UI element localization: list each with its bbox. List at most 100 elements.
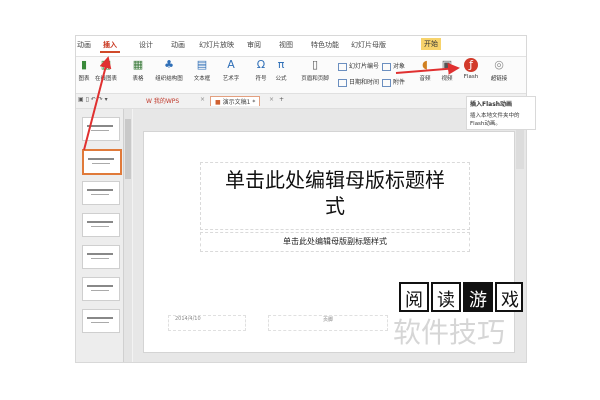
footer-text: 页脚: [322, 317, 333, 323]
table-button[interactable]: ▦ 表格: [128, 58, 148, 82]
audio-button[interactable]: ◖ 音频: [416, 58, 434, 82]
watermark-box: 读: [431, 282, 461, 312]
slide-thumbnail-selected[interactable]: [82, 149, 122, 175]
slide-thumbnail[interactable]: [82, 117, 120, 141]
ctx-start-button[interactable]: 开始: [421, 38, 441, 50]
wps-icon: W: [146, 98, 152, 105]
watermark-char: 阅: [405, 290, 423, 311]
attachment-label: 附件: [393, 79, 406, 86]
symbol-icon: Ω: [256, 58, 266, 71]
tab-animation[interactable]: 动画: [168, 39, 188, 51]
tab-features[interactable]: 特色功能: [308, 39, 342, 51]
object-icon: [382, 62, 391, 71]
doc-tab-current-label: 演示文稿1 *: [222, 99, 256, 106]
footer-text-placeholder[interactable]: 页脚: [268, 315, 388, 331]
watermark-box: 戏: [495, 282, 523, 312]
watermark-box: 游: [463, 282, 493, 312]
symbol-label: 符号: [255, 76, 267, 82]
quick-access-icons[interactable]: ▣ ▯ ↶ ↷ ▾: [78, 96, 108, 103]
wordart-icon: A: [227, 58, 235, 71]
close-doc-icon[interactable]: ×: [269, 96, 274, 103]
watermark-box: 阅: [399, 282, 429, 312]
online-chart-icon: ▥: [100, 58, 112, 71]
watermark-char: 戏: [501, 290, 519, 311]
wordart-label: 艺术字: [222, 76, 240, 82]
date-time-button[interactable]: 日期和时间: [338, 77, 379, 87]
audio-icon: ◖: [422, 58, 428, 71]
formula-label: 公式: [275, 76, 287, 82]
slide-number-label: 幻灯片编号: [349, 63, 380, 70]
slide-thumbnail[interactable]: [82, 181, 120, 205]
hyperlink-icon: ◎: [494, 58, 504, 71]
tab-slideshow[interactable]: 幻灯片放映: [196, 39, 237, 51]
attachment-icon: [382, 78, 391, 87]
hyperlink-button[interactable]: ◎ 超链接: [488, 58, 510, 82]
tab-insert[interactable]: 插入: [100, 39, 120, 53]
footer-date-placeholder[interactable]: 2014/4/10: [168, 315, 246, 331]
date-time-label: 日期和时间: [349, 79, 380, 86]
formula-icon: π: [277, 58, 285, 71]
formula-button[interactable]: π 公式: [272, 58, 290, 82]
slide-title: 单击此处编辑母版标题样 式: [201, 167, 469, 219]
flash-button[interactable]: ƒ Flash: [461, 58, 481, 80]
doc-tab-current[interactable]: ■ 演示文稿1 *: [210, 96, 261, 106]
object-button[interactable]: 对象: [382, 61, 405, 71]
tooltip-body: 插入本地文件夹中的Flash动画。: [470, 113, 520, 127]
slide-thumbnail[interactable]: [82, 245, 120, 269]
chart-button[interactable]: ▮ 图表: [76, 58, 92, 82]
video-icon: ▣: [441, 58, 453, 71]
tab-animation-partial[interactable]: 动画: [76, 39, 94, 51]
subtitle-placeholder[interactable]: 单击此处编辑母版副标题样式: [200, 232, 470, 252]
audio-label: 音频: [419, 76, 431, 82]
video-label: 视频: [441, 76, 453, 82]
symbol-button[interactable]: Ω 符号: [252, 58, 270, 82]
watermark-char: 游: [469, 290, 487, 311]
slide-subtitle: 单击此处编辑母版副标题样式: [283, 237, 387, 246]
footer-date: 2014/4/10: [175, 316, 201, 322]
textbox-button[interactable]: ▤ 文本框: [190, 58, 214, 82]
video-button[interactable]: ▣ 视频: [438, 58, 456, 82]
flash-tooltip: 插入Flash动画 插入本地文件夹中的Flash动画。: [466, 96, 536, 130]
wordart-button[interactable]: A 艺术字: [218, 58, 244, 82]
org-chart-label: 组织结构图: [155, 76, 183, 82]
tab-view[interactable]: 视图: [276, 39, 296, 51]
watermark-text: 软件技巧: [393, 316, 506, 349]
slide-thumbnail[interactable]: [82, 277, 120, 301]
ribbon-toolbar: ▮ 图表 ▥ 在线图表 ▦ 表格 ♣ 组织结构图 ▤ 文本框 A 艺术字 Ω 符…: [76, 57, 526, 94]
menu-bar: 动画 插入 设计 动画 幻灯片放映 审阅 视图 特色功能 幻灯片母版 开始: [76, 36, 526, 57]
tab-design[interactable]: 设计: [136, 39, 156, 51]
org-chart-button[interactable]: ♣ 组织结构图: [151, 58, 187, 82]
object-label: 对象: [393, 63, 406, 70]
slide-title-line1: 单击此处编辑母版标题样: [225, 168, 445, 192]
document-tab-bar: ▣ ▯ ↶ ↷ ▾ W 我的WPS × ■ 演示文稿1 * × +: [76, 94, 526, 109]
slide-thumbnail-panel: [76, 109, 124, 362]
online-chart-label: 在线图表: [94, 76, 117, 82]
watermark-char: 读: [437, 290, 455, 311]
scrollbar-thumb[interactable]: [125, 119, 131, 179]
doc-tab-wps[interactable]: W 我的WPS: [146, 96, 179, 105]
header-footer-button[interactable]: ▯ 页眉和页脚: [298, 58, 332, 82]
doc-tab-wps-label: 我的WPS: [153, 98, 180, 105]
presentation-file-icon: ■: [215, 99, 221, 106]
table-label: 表格: [132, 76, 144, 82]
slide-thumbnail[interactable]: [82, 309, 120, 333]
thumbnail-scrollbar[interactable]: [124, 109, 132, 362]
tab-slide-master[interactable]: 幻灯片母版: [348, 39, 389, 51]
slide-thumbnail[interactable]: [82, 213, 120, 237]
tooltip-title: 插入Flash动画: [470, 101, 513, 108]
textbox-icon: ▤: [196, 58, 208, 71]
chart-label: 图表: [78, 76, 90, 82]
new-tab-icon[interactable]: +: [279, 96, 284, 103]
org-chart-icon: ♣: [164, 58, 174, 71]
table-icon: ▦: [132, 58, 144, 71]
close-icon[interactable]: ×: [200, 96, 205, 103]
title-placeholder[interactable]: 单击此处编辑母版标题样 式: [200, 162, 470, 230]
attachment-button[interactable]: 附件: [382, 77, 405, 87]
online-chart-button[interactable]: ▥ 在线图表: [93, 58, 119, 82]
slide-number-icon: [338, 62, 347, 71]
header-footer-icon: ▯: [311, 58, 319, 71]
flash-label: Flash: [463, 74, 479, 80]
slide-number-button[interactable]: 幻灯片编号: [338, 61, 379, 71]
tab-review[interactable]: 审阅: [244, 39, 264, 51]
header-footer-label: 页眉和页脚: [301, 76, 329, 82]
